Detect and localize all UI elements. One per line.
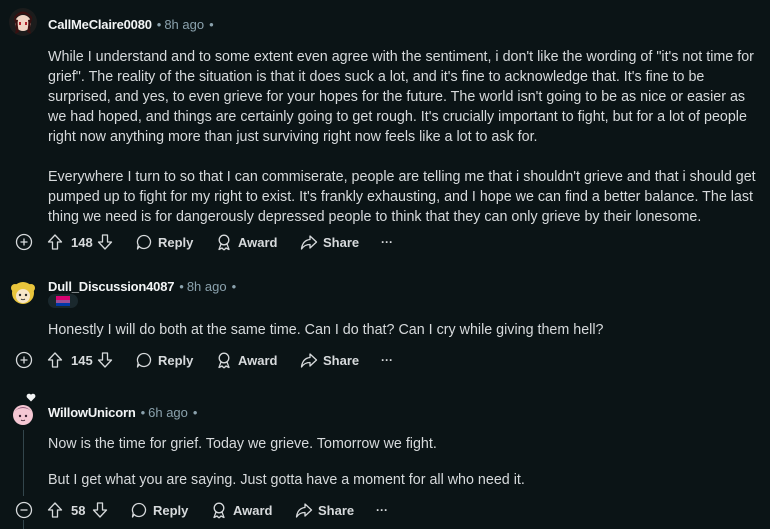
comment-body: Now is the time for grief. Today we grie… xyxy=(48,434,760,490)
vote-count: 145 xyxy=(71,352,93,368)
expand-thread-button[interactable] xyxy=(15,346,33,374)
reply-label: Reply xyxy=(158,352,194,368)
expand-icon xyxy=(15,351,33,369)
avatar[interactable] xyxy=(9,399,37,427)
upvote-button[interactable] xyxy=(46,346,64,374)
more-options-button[interactable]: ··· xyxy=(381,346,393,374)
award-label: Award xyxy=(238,234,278,250)
award-label: Award xyxy=(238,352,278,368)
reply-button[interactable]: Reply xyxy=(130,496,188,524)
more-options-button[interactable]: ··· xyxy=(376,496,388,524)
downvote-icon xyxy=(97,352,113,368)
comment-age[interactable]: 8h ago xyxy=(187,279,227,294)
meta-separator: • xyxy=(156,17,162,32)
share-icon xyxy=(300,353,318,368)
comment-body: Honestly I will do both at the same time… xyxy=(48,320,760,340)
share-icon xyxy=(300,235,318,250)
avatar[interactable] xyxy=(9,8,37,36)
award-icon xyxy=(218,234,230,251)
avatar[interactable] xyxy=(8,279,38,309)
comment-age[interactable]: 6h ago xyxy=(148,405,188,420)
thread-rail[interactable] xyxy=(23,430,24,496)
downvote-icon xyxy=(97,234,113,250)
share-button[interactable]: Share xyxy=(295,496,354,524)
more-options-button[interactable]: ··· xyxy=(381,228,393,256)
expand-thread-button[interactable] xyxy=(15,228,33,256)
comment-age[interactable]: 8h ago xyxy=(164,17,204,32)
award-button[interactable]: Award xyxy=(215,228,278,256)
reply-button[interactable]: Reply xyxy=(135,228,193,256)
share-icon xyxy=(295,503,313,518)
heart-icon xyxy=(26,393,36,402)
reply-icon xyxy=(131,502,147,518)
meta-separator: • xyxy=(231,279,237,294)
comment-paragraph: Honestly I will do both at the same time… xyxy=(48,322,604,338)
comment-header: Dull_Discussion4087 • 8h ago • xyxy=(0,279,770,312)
comment-body: While I understand and to some extent ev… xyxy=(48,47,760,227)
award-icon xyxy=(218,352,230,369)
comment-thread: CallMeClaire0080 • 8h ago • While I underst… xyxy=(0,0,770,529)
comment-paragraph: Everywhere I turn to so that I can commi… xyxy=(48,169,756,225)
comment-author[interactable]: WillowUnicorn xyxy=(48,405,136,420)
vote-count: 148 xyxy=(71,234,93,250)
award-button[interactable]: Award xyxy=(215,346,278,374)
meta-separator: • xyxy=(192,405,198,420)
downvote-button[interactable] xyxy=(96,346,114,374)
user-flair xyxy=(48,294,78,308)
expand-icon xyxy=(15,233,33,251)
pride-flag-icon xyxy=(56,296,70,306)
upvote-icon xyxy=(47,502,63,518)
reply-label: Reply xyxy=(153,502,189,518)
comment-author[interactable]: Dull_Discussion4087 xyxy=(48,279,174,294)
vote-count: 58 xyxy=(71,502,86,518)
comment-action-row: 145 Reply Award Share ··· xyxy=(0,346,770,374)
comment-author[interactable]: CallMeClaire0080 xyxy=(48,17,152,32)
upvote-button[interactable] xyxy=(46,228,64,256)
award-icon xyxy=(213,502,225,519)
downvote-button[interactable] xyxy=(91,496,109,524)
share-button[interactable]: Share xyxy=(300,228,359,256)
comment-header: CallMeClaire0080 • 8h ago • xyxy=(0,8,770,40)
reply-button[interactable]: Reply xyxy=(135,346,193,374)
share-button[interactable]: Share xyxy=(300,346,359,374)
comment-action-row: 58 Reply Award Share ··· xyxy=(0,496,770,524)
comment-paragraph: Now is the time for grief. Today we grie… xyxy=(48,436,437,452)
meta-separator: • xyxy=(140,405,146,420)
comment-paragraph: But I get what you are saying. Just gott… xyxy=(48,472,525,488)
reply-icon xyxy=(136,234,152,250)
comment-header: WillowUnicorn • 6h ago • xyxy=(0,393,770,431)
meta-separator: • xyxy=(179,279,184,294)
collapse-icon xyxy=(15,501,33,519)
collapse-thread-button[interactable] xyxy=(15,496,33,524)
thread-rail[interactable] xyxy=(23,520,24,529)
upvote-button[interactable] xyxy=(46,496,64,524)
upvote-icon xyxy=(47,234,63,250)
share-label: Share xyxy=(323,234,360,250)
share-label: Share xyxy=(318,502,355,518)
award-label: Award xyxy=(233,502,273,518)
award-button[interactable]: Award xyxy=(210,496,273,524)
share-label: Share xyxy=(323,352,360,368)
downvote-button[interactable] xyxy=(96,228,114,256)
downvote-icon xyxy=(92,502,108,518)
upvote-icon xyxy=(47,352,63,368)
comment-action-row: 148 Reply Award Share ··· xyxy=(0,228,770,256)
comment-paragraph: While I understand and to some extent ev… xyxy=(48,49,754,145)
reply-icon xyxy=(136,352,152,368)
reply-label: Reply xyxy=(158,234,194,250)
meta-separator: • xyxy=(209,17,214,32)
